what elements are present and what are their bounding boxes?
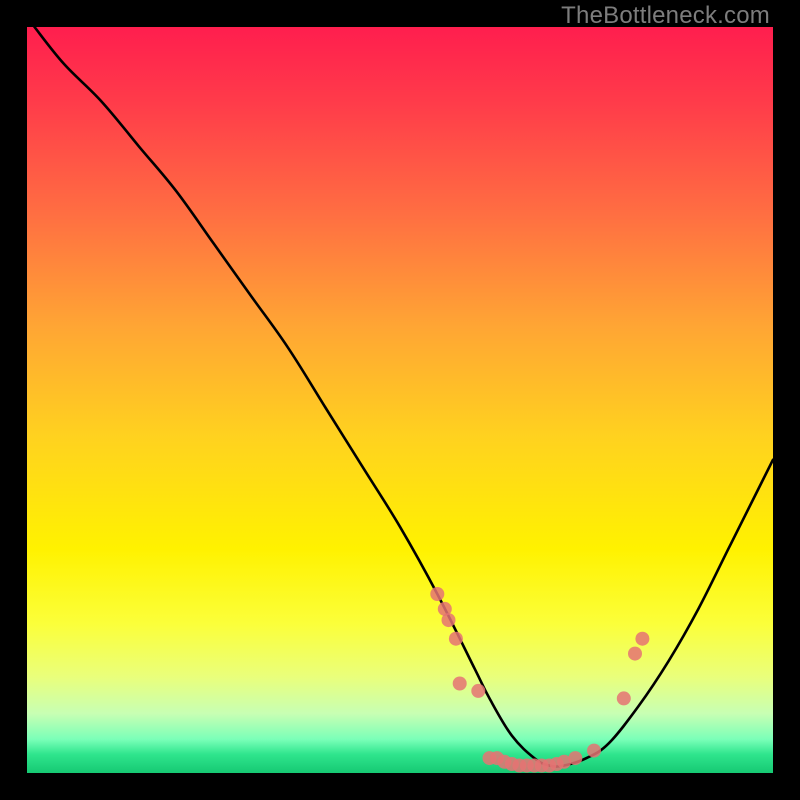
chart-background-gradient xyxy=(27,27,773,773)
watermark-label: TheBottleneck.com xyxy=(561,2,770,30)
chart-frame xyxy=(27,27,773,773)
